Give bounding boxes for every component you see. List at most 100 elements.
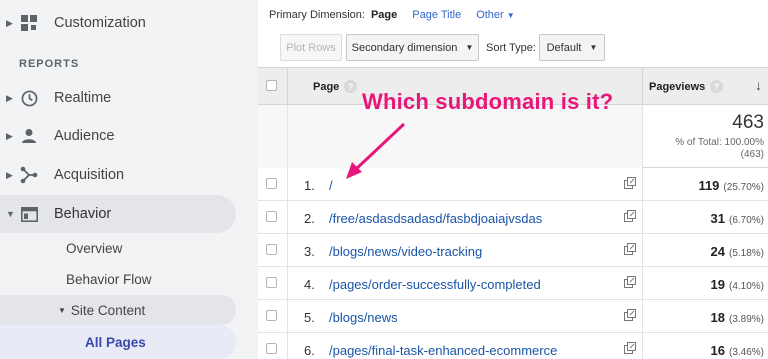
sidebar-item-label: Behavior xyxy=(54,206,112,222)
table-row: 3. /blogs/news/video-tracking 24 (5.18%) xyxy=(258,234,768,267)
pageviews-pct: (4.10%) xyxy=(728,281,764,292)
sidebar-subitem-overview[interactable]: Overview xyxy=(66,233,122,263)
cell-divider xyxy=(287,267,288,300)
cell-divider xyxy=(642,333,643,359)
pageviews-count: 16 xyxy=(710,343,725,358)
row-number: 3. xyxy=(304,244,315,259)
sort-type-dropdown[interactable]: Default ▼ xyxy=(539,34,605,61)
sort-desc-arrow-icon[interactable]: ↓ xyxy=(755,77,762,93)
reports-header: REPORTS xyxy=(19,58,80,70)
pageviews-pct: (25.70%) xyxy=(723,182,764,193)
sidebar-subitem-all-pages[interactable]: All Pages xyxy=(85,327,146,357)
pageviews-pct: (3.46%) xyxy=(728,347,764,358)
acquisition-icon xyxy=(19,165,39,185)
row-number: 6. xyxy=(304,343,315,358)
sidebar-subitem-site-content[interactable]: ▼ Site Content xyxy=(58,295,145,325)
cell-divider xyxy=(287,201,288,234)
row-checkbox[interactable] xyxy=(266,211,277,222)
sort-type-label: Sort Type: xyxy=(486,42,536,54)
row-checkbox[interactable] xyxy=(266,277,277,288)
secondary-dimension-label: Secondary dimension xyxy=(351,41,458,54)
annotation-text: Which subdomain is it? xyxy=(362,89,614,114)
caret-right-icon: ▶ xyxy=(6,92,13,103)
page-link[interactable]: / xyxy=(329,178,333,193)
select-all-checkbox[interactable] xyxy=(266,80,277,91)
sidebar-item-acquisition[interactable]: ▶ Acquisition xyxy=(0,156,236,194)
header-checkbox-cell xyxy=(258,67,287,105)
page-link[interactable]: /blogs/news/video-tracking xyxy=(329,244,482,259)
pageviews-count: 31 xyxy=(710,211,725,226)
plot-rows-label: Plot Rows xyxy=(286,41,336,54)
pageviews-pct: (6.70%) xyxy=(728,215,764,226)
pageviews-value: 19 (4.10%) xyxy=(711,277,764,292)
totals-blank-cell xyxy=(258,105,287,168)
total-pageviews: 463 xyxy=(732,112,764,133)
header-pageviews[interactable]: Pageviews ? ↓ xyxy=(642,67,768,105)
chevron-down-icon: ▼ xyxy=(506,11,515,20)
secondary-dimension-dropdown[interactable]: Secondary dimension ▼ xyxy=(346,34,479,61)
table-row: 1. / 119 (25.70%) xyxy=(258,168,768,201)
row-checkbox[interactable] xyxy=(266,310,277,321)
total-pct-line1: % of Total: 100.00% xyxy=(675,137,764,148)
sidebar-item-label: Audience xyxy=(54,128,115,144)
page-link[interactable]: /pages/order-successfully-completed xyxy=(329,277,541,292)
row-number: 5. xyxy=(304,310,315,325)
caret-down-icon: ▼ xyxy=(58,305,66,315)
plot-rows-button[interactable]: Plot Rows xyxy=(280,34,342,61)
totals-pageviews-cell: 463 % of Total: 100.00% (463) xyxy=(642,105,768,168)
cell-divider xyxy=(642,267,643,300)
sidebar-subitem-behavior-flow[interactable]: Behavior Flow xyxy=(66,264,152,294)
table-row: 5. /blogs/news 18 (3.89%) xyxy=(258,300,768,333)
row-number: 2. xyxy=(304,211,315,226)
row-checkbox[interactable] xyxy=(266,178,277,189)
caret-right-icon: ▶ xyxy=(6,169,13,180)
open-external-icon[interactable] xyxy=(624,276,636,288)
primary-dimension-label: Primary Dimension: xyxy=(269,9,365,21)
pageviews-value: 16 (3.46%) xyxy=(711,343,764,358)
cell-divider xyxy=(287,300,288,333)
cell-divider xyxy=(287,333,288,359)
sort-type-value: Default xyxy=(546,41,582,54)
caret-down-icon: ▼ xyxy=(6,209,15,219)
table-row: 2. /free/asdasdsadasd/fasbdjoaiajvsdas 31(… xyxy=(258,201,768,234)
sidebar-item-label: Customization xyxy=(54,15,146,31)
pageviews-count: 119 xyxy=(698,178,720,193)
sidebar-item-customization[interactable]: ▶ Customization xyxy=(0,4,236,42)
open-external-icon[interactable] xyxy=(624,210,636,222)
pageviews-count: 18 xyxy=(710,310,725,325)
sidebar-item-behavior[interactable]: ▼ Behavior xyxy=(0,195,236,233)
dimension-page-title[interactable]: Page Title xyxy=(412,9,461,21)
help-icon[interactable]: ? xyxy=(344,80,357,93)
caret-right-icon: ▶ xyxy=(6,17,13,28)
cell-divider xyxy=(642,168,643,201)
cell-divider xyxy=(287,168,288,201)
page-link[interactable]: /free/asdasdsadasd/fasbdjoaiajvsdas xyxy=(329,211,542,226)
behavior-icon xyxy=(19,204,39,224)
chevron-down-icon: ▼ xyxy=(589,43,598,52)
open-external-icon[interactable] xyxy=(624,177,636,189)
chevron-down-icon: ▼ xyxy=(465,43,474,52)
pageviews-count: 19 xyxy=(710,277,725,292)
pageviews-value: 119 (25.70%) xyxy=(698,178,764,193)
dimension-page[interactable]: Page xyxy=(371,9,397,21)
caret-right-icon: ▶ xyxy=(6,130,13,141)
open-external-icon[interactable] xyxy=(624,309,636,321)
open-external-icon[interactable] xyxy=(624,243,636,255)
sidebar-item-audience[interactable]: ▶ Audience xyxy=(0,117,236,155)
header-page-label: Page xyxy=(313,81,340,93)
page-link[interactable]: /blogs/news xyxy=(329,310,398,325)
help-icon[interactable]: ? xyxy=(710,80,723,93)
row-checkbox[interactable] xyxy=(266,343,277,354)
dimension-other[interactable]: Other ▼ xyxy=(476,9,515,21)
table-row: 6. /pages/final-task-enhanced-ecommerce 16… xyxy=(258,333,768,359)
pageviews-value: 31 (6.70%) xyxy=(711,211,764,226)
cell-divider xyxy=(287,234,288,267)
row-checkbox[interactable] xyxy=(266,244,277,255)
sidebar-item-realtime[interactable]: ▶ Realtime xyxy=(0,79,236,117)
page-link[interactable]: /pages/final-task-enhanced-ecommerce xyxy=(329,343,557,358)
dimension-other-label: Other xyxy=(476,9,504,21)
pageviews-pct: (3.89%) xyxy=(728,314,764,325)
open-external-icon[interactable] xyxy=(624,342,636,354)
table-row: 4. /pages/order-successfully-completed 19(… xyxy=(258,267,768,300)
pageviews-count: 24 xyxy=(710,244,725,259)
